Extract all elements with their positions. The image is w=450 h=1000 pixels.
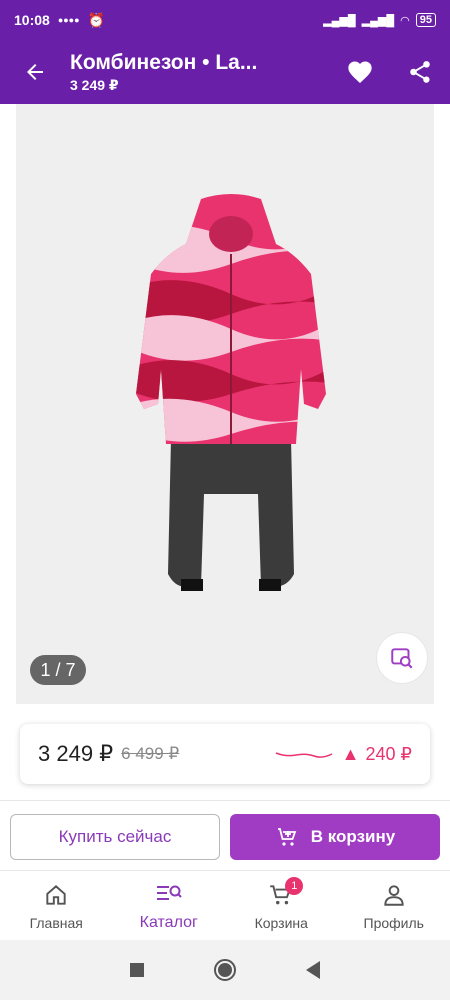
signal-icon: ▂▄▆█ bbox=[323, 14, 356, 27]
current-price: 3 249 ₽ bbox=[38, 741, 114, 766]
battery-icon: 95 bbox=[415, 13, 436, 27]
product-gallery[interactable]: 1 / 7 bbox=[16, 104, 434, 704]
visual-search-button[interactable] bbox=[376, 632, 428, 684]
back-button[interactable] bbox=[0, 40, 70, 104]
product-image bbox=[136, 194, 326, 591]
status-time: 10:08 bbox=[14, 12, 50, 28]
heart-icon bbox=[348, 61, 372, 83]
header-price: 3 249 ₽ bbox=[70, 76, 119, 93]
app-bar: Комбинезон • La... 3 249 ₽ bbox=[0, 40, 450, 104]
add-to-cart-label: В корзину bbox=[310, 827, 396, 846]
home-icon bbox=[42, 881, 70, 909]
price-change[interactable]: ▲ 240 ₽ bbox=[342, 744, 412, 765]
price-card: 3 249 ₽ 6 499 ₽ ▲ 240 ₽ bbox=[20, 724, 430, 784]
add-to-cart-button[interactable]: В корзину bbox=[230, 814, 440, 860]
status-bar: 10:08 ●●●● ⏰ ▂▄▆█ ▂▄▆█ ◠ 95 bbox=[0, 0, 450, 40]
buy-actions: Купить сейчас В корзину bbox=[10, 814, 440, 860]
share-button[interactable] bbox=[390, 40, 450, 104]
profile-icon bbox=[380, 881, 408, 909]
nav-item-catalog[interactable]: Каталог bbox=[113, 871, 226, 940]
title-block: Комбинезон • La... 3 249 ₽ bbox=[70, 51, 330, 94]
favorite-button[interactable] bbox=[330, 40, 390, 104]
cart-icon: 1 bbox=[267, 876, 304, 909]
battery-level: 95 bbox=[419, 14, 432, 26]
home-system-button[interactable] bbox=[214, 959, 236, 981]
bottom-nav: Главная Каталог 1 Корзина Профиль bbox=[0, 870, 450, 940]
nav-item-label: Главная bbox=[29, 914, 83, 931]
image-pager: 1 / 7 bbox=[30, 655, 86, 685]
app-notification-icon: ●●●● bbox=[57, 14, 80, 25]
triangle-up-icon: ▲ bbox=[341, 743, 360, 764]
cart-badge: 1 bbox=[285, 876, 304, 895]
price-change-value: 240 ₽ bbox=[365, 743, 413, 764]
nav-item-home[interactable]: Главная bbox=[0, 871, 113, 940]
nav-item-label: Профиль bbox=[363, 914, 424, 931]
page-title: Комбинезон • La... bbox=[70, 50, 258, 74]
nav-item-label: Каталог bbox=[139, 913, 198, 931]
system-nav-bar bbox=[0, 940, 450, 1000]
price-trend-line bbox=[275, 752, 333, 758]
catalog-icon bbox=[155, 880, 183, 908]
arrow-back-icon bbox=[27, 64, 43, 80]
nav-item-label: Корзина bbox=[254, 914, 308, 931]
wifi-icon: ◠ bbox=[400, 14, 410, 27]
alarm-icon: ⏰ bbox=[87, 11, 105, 28]
signal-icon-2: ▂▄▆█ bbox=[361, 14, 395, 27]
cart-add-icon bbox=[277, 828, 297, 846]
old-price: 6 499 ₽ bbox=[121, 744, 180, 763]
divider bbox=[0, 800, 450, 801]
image-search-icon bbox=[391, 648, 413, 669]
back-system-button[interactable] bbox=[306, 961, 320, 979]
buy-now-button[interactable]: Купить сейчас bbox=[10, 814, 220, 860]
recents-button[interactable] bbox=[130, 963, 144, 977]
nav-item-profile[interactable]: Профиль bbox=[338, 871, 450, 940]
share-icon bbox=[410, 61, 430, 83]
nav-item-cart[interactable]: 1 Корзина bbox=[225, 871, 338, 940]
